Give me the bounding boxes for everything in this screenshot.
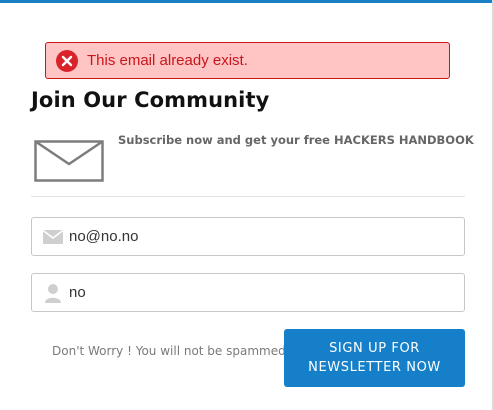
divider [31,196,465,197]
user-icon [32,274,66,311]
envelope-icon [34,140,104,182]
signup-newsletter-button[interactable]: SIGN UP FOR NEWSLETTER NOW [284,329,465,387]
name-input[interactable] [66,277,446,308]
subscribe-text: Subscribe now and get your free HACKERS … [118,133,474,147]
envelope-icon [32,218,66,255]
email-input[interactable] [66,221,446,252]
error-circle-icon [56,49,78,72]
signup-button-line2: NEWSLETTER NOW [308,360,441,375]
error-message: This email already exist. [87,52,248,69]
form-title: Join Our Community [31,88,270,112]
email-field[interactable] [31,217,465,256]
name-field[interactable] [31,273,465,312]
top-border [0,0,494,3]
signup-button-line1: SIGN UP FOR [329,341,420,356]
spam-note: Don't Worry ! You will not be spammed [52,344,286,358]
error-alert: This email already exist. [45,42,450,79]
